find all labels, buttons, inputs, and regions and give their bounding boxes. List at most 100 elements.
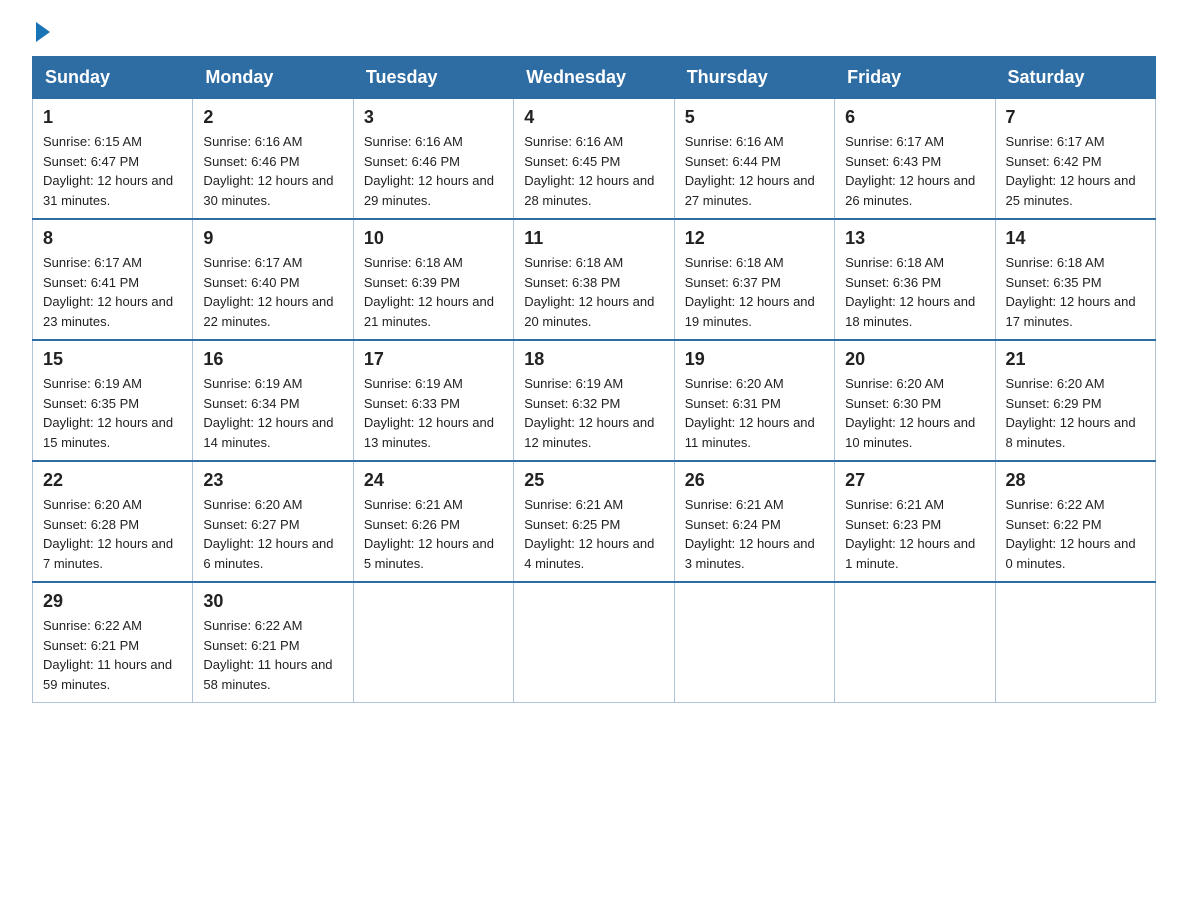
day-info: Sunrise: 6:18 AMSunset: 6:38 PMDaylight:…: [524, 253, 663, 331]
day-number: 18: [524, 349, 663, 370]
day-info: Sunrise: 6:19 AMSunset: 6:34 PMDaylight:…: [203, 374, 342, 452]
day-number: 15: [43, 349, 182, 370]
day-info: Sunrise: 6:16 AMSunset: 6:46 PMDaylight:…: [203, 132, 342, 210]
day-number: 29: [43, 591, 182, 612]
day-number: 1: [43, 107, 182, 128]
day-number: 22: [43, 470, 182, 491]
day-info: Sunrise: 6:20 AMSunset: 6:30 PMDaylight:…: [845, 374, 984, 452]
day-number: 28: [1006, 470, 1145, 491]
calendar-cell: 7 Sunrise: 6:17 AMSunset: 6:42 PMDaylight…: [995, 99, 1155, 220]
day-info: Sunrise: 6:19 AMSunset: 6:32 PMDaylight:…: [524, 374, 663, 452]
calendar-cell: 1 Sunrise: 6:15 AMSunset: 6:47 PMDaylight…: [33, 99, 193, 220]
calendar-cell: 6 Sunrise: 6:17 AMSunset: 6:43 PMDaylight…: [835, 99, 995, 220]
day-info: Sunrise: 6:22 AMSunset: 6:21 PMDaylight:…: [203, 616, 342, 694]
column-header-sunday: Sunday: [33, 57, 193, 99]
day-number: 30: [203, 591, 342, 612]
day-info: Sunrise: 6:18 AMSunset: 6:37 PMDaylight:…: [685, 253, 824, 331]
day-number: 16: [203, 349, 342, 370]
calendar-header-row: SundayMondayTuesdayWednesdayThursdayFrid…: [33, 57, 1156, 99]
column-header-tuesday: Tuesday: [353, 57, 513, 99]
calendar-cell: 12 Sunrise: 6:18 AMSunset: 6:37 PMDayligh…: [674, 219, 834, 340]
calendar-cell: 26 Sunrise: 6:21 AMSunset: 6:24 PMDayligh…: [674, 461, 834, 582]
day-info: Sunrise: 6:21 AMSunset: 6:25 PMDaylight:…: [524, 495, 663, 573]
calendar-cell: 17 Sunrise: 6:19 AMSunset: 6:33 PMDayligh…: [353, 340, 513, 461]
day-info: Sunrise: 6:17 AMSunset: 6:41 PMDaylight:…: [43, 253, 182, 331]
calendar-cell: 4Sunrise: 6:16 AMSunset: 6:45 PMDaylight…: [514, 99, 674, 220]
column-header-monday: Monday: [193, 57, 353, 99]
column-header-thursday: Thursday: [674, 57, 834, 99]
calendar-cell: 10 Sunrise: 6:18 AMSunset: 6:39 PMDayligh…: [353, 219, 513, 340]
calendar-table: SundayMondayTuesdayWednesdayThursdayFrid…: [32, 56, 1156, 703]
day-number: 20: [845, 349, 984, 370]
calendar-cell: 29 Sunrise: 6:22 AMSunset: 6:21 PMDayligh…: [33, 582, 193, 703]
calendar-cell: 23Sunrise: 6:20 AMSunset: 6:27 PMDayligh…: [193, 461, 353, 582]
day-info: Sunrise: 6:16 AMSunset: 6:44 PMDaylight:…: [685, 132, 824, 210]
day-info: Sunrise: 6:20 AMSunset: 6:27 PMDaylight:…: [203, 495, 342, 573]
day-info: Sunrise: 6:18 AMSunset: 6:39 PMDaylight:…: [364, 253, 503, 331]
day-number: 4: [524, 107, 663, 128]
day-number: 9: [203, 228, 342, 249]
calendar-cell: [995, 582, 1155, 703]
calendar-cell: 3 Sunrise: 6:16 AMSunset: 6:46 PMDaylight…: [353, 99, 513, 220]
column-header-friday: Friday: [835, 57, 995, 99]
calendar-cell: 22 Sunrise: 6:20 AMSunset: 6:28 PMDayligh…: [33, 461, 193, 582]
calendar-cell: 8Sunrise: 6:17 AMSunset: 6:41 PMDaylight…: [33, 219, 193, 340]
calendar-week-row: 22 Sunrise: 6:20 AMSunset: 6:28 PMDayligh…: [33, 461, 1156, 582]
day-number: 11: [524, 228, 663, 249]
page-header: [32, 24, 1156, 44]
day-number: 3: [364, 107, 503, 128]
calendar-week-row: 1 Sunrise: 6:15 AMSunset: 6:47 PMDaylight…: [33, 99, 1156, 220]
day-info: Sunrise: 6:22 AMSunset: 6:21 PMDaylight:…: [43, 616, 182, 694]
calendar-cell: 14Sunrise: 6:18 AMSunset: 6:35 PMDayligh…: [995, 219, 1155, 340]
day-info: Sunrise: 6:15 AMSunset: 6:47 PMDaylight:…: [43, 132, 182, 210]
logo-arrow-icon: [36, 22, 50, 42]
calendar-cell: 18 Sunrise: 6:19 AMSunset: 6:32 PMDayligh…: [514, 340, 674, 461]
day-number: 6: [845, 107, 984, 128]
day-info: Sunrise: 6:19 AMSunset: 6:33 PMDaylight:…: [364, 374, 503, 452]
day-info: Sunrise: 6:17 AMSunset: 6:42 PMDaylight:…: [1006, 132, 1145, 210]
day-info: Sunrise: 6:20 AMSunset: 6:31 PMDaylight:…: [685, 374, 824, 452]
calendar-cell: [835, 582, 995, 703]
calendar-cell: 25Sunrise: 6:21 AMSunset: 6:25 PMDayligh…: [514, 461, 674, 582]
day-info: Sunrise: 6:21 AMSunset: 6:26 PMDaylight:…: [364, 495, 503, 573]
day-number: 7: [1006, 107, 1145, 128]
day-number: 24: [364, 470, 503, 491]
calendar-week-row: 15Sunrise: 6:19 AMSunset: 6:35 PMDayligh…: [33, 340, 1156, 461]
calendar-week-row: 29 Sunrise: 6:22 AMSunset: 6:21 PMDayligh…: [33, 582, 1156, 703]
day-info: Sunrise: 6:18 AMSunset: 6:36 PMDaylight:…: [845, 253, 984, 331]
logo: [32, 24, 50, 44]
calendar-cell: 5 Sunrise: 6:16 AMSunset: 6:44 PMDaylight…: [674, 99, 834, 220]
day-info: Sunrise: 6:18 AMSunset: 6:35 PMDaylight:…: [1006, 253, 1145, 331]
calendar-cell: 9 Sunrise: 6:17 AMSunset: 6:40 PMDaylight…: [193, 219, 353, 340]
column-header-saturday: Saturday: [995, 57, 1155, 99]
day-number: 27: [845, 470, 984, 491]
day-info: Sunrise: 6:17 AMSunset: 6:43 PMDaylight:…: [845, 132, 984, 210]
day-number: 12: [685, 228, 824, 249]
calendar-cell: 16 Sunrise: 6:19 AMSunset: 6:34 PMDayligh…: [193, 340, 353, 461]
day-info: Sunrise: 6:20 AMSunset: 6:29 PMDaylight:…: [1006, 374, 1145, 452]
day-number: 19: [685, 349, 824, 370]
day-info: Sunrise: 6:16 AMSunset: 6:46 PMDaylight:…: [364, 132, 503, 210]
day-info: Sunrise: 6:21 AMSunset: 6:24 PMDaylight:…: [685, 495, 824, 573]
day-info: Sunrise: 6:20 AMSunset: 6:28 PMDaylight:…: [43, 495, 182, 573]
day-number: 13: [845, 228, 984, 249]
day-number: 5: [685, 107, 824, 128]
day-info: Sunrise: 6:17 AMSunset: 6:40 PMDaylight:…: [203, 253, 342, 331]
calendar-cell: 28 Sunrise: 6:22 AMSunset: 6:22 PMDayligh…: [995, 461, 1155, 582]
day-info: Sunrise: 6:21 AMSunset: 6:23 PMDaylight:…: [845, 495, 984, 573]
calendar-cell: 15Sunrise: 6:19 AMSunset: 6:35 PMDayligh…: [33, 340, 193, 461]
day-number: 21: [1006, 349, 1145, 370]
calendar-cell: [514, 582, 674, 703]
calendar-cell: [353, 582, 513, 703]
calendar-cell: 19 Sunrise: 6:20 AMSunset: 6:31 PMDayligh…: [674, 340, 834, 461]
calendar-cell: 2Sunrise: 6:16 AMSunset: 6:46 PMDaylight…: [193, 99, 353, 220]
day-number: 17: [364, 349, 503, 370]
calendar-cell: 20 Sunrise: 6:20 AMSunset: 6:30 PMDayligh…: [835, 340, 995, 461]
day-number: 26: [685, 470, 824, 491]
day-info: Sunrise: 6:22 AMSunset: 6:22 PMDaylight:…: [1006, 495, 1145, 573]
column-header-wednesday: Wednesday: [514, 57, 674, 99]
calendar-cell: 30 Sunrise: 6:22 AMSunset: 6:21 PMDayligh…: [193, 582, 353, 703]
calendar-cell: 13 Sunrise: 6:18 AMSunset: 6:36 PMDayligh…: [835, 219, 995, 340]
calendar-cell: 24 Sunrise: 6:21 AMSunset: 6:26 PMDayligh…: [353, 461, 513, 582]
day-number: 10: [364, 228, 503, 249]
